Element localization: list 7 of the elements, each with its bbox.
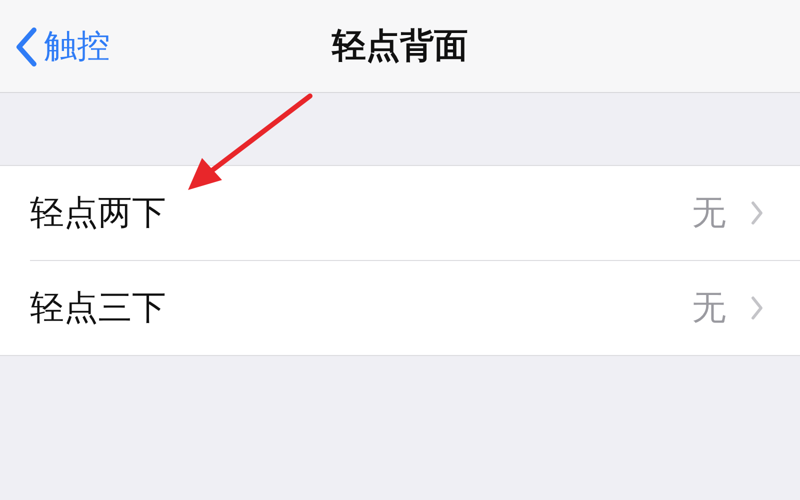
page-title: 轻点背面 <box>332 25 468 68</box>
settings-row[interactable]: 轻点两下 无 <box>0 166 800 260</box>
back-chevron-icon <box>14 26 38 66</box>
chevron-icon <box>750 200 764 226</box>
back-button[interactable]: 触控 <box>14 24 110 69</box>
settings-row[interactable]: 轻点三下 无 <box>30 260 800 355</box>
chevron-icon <box>750 295 764 321</box>
